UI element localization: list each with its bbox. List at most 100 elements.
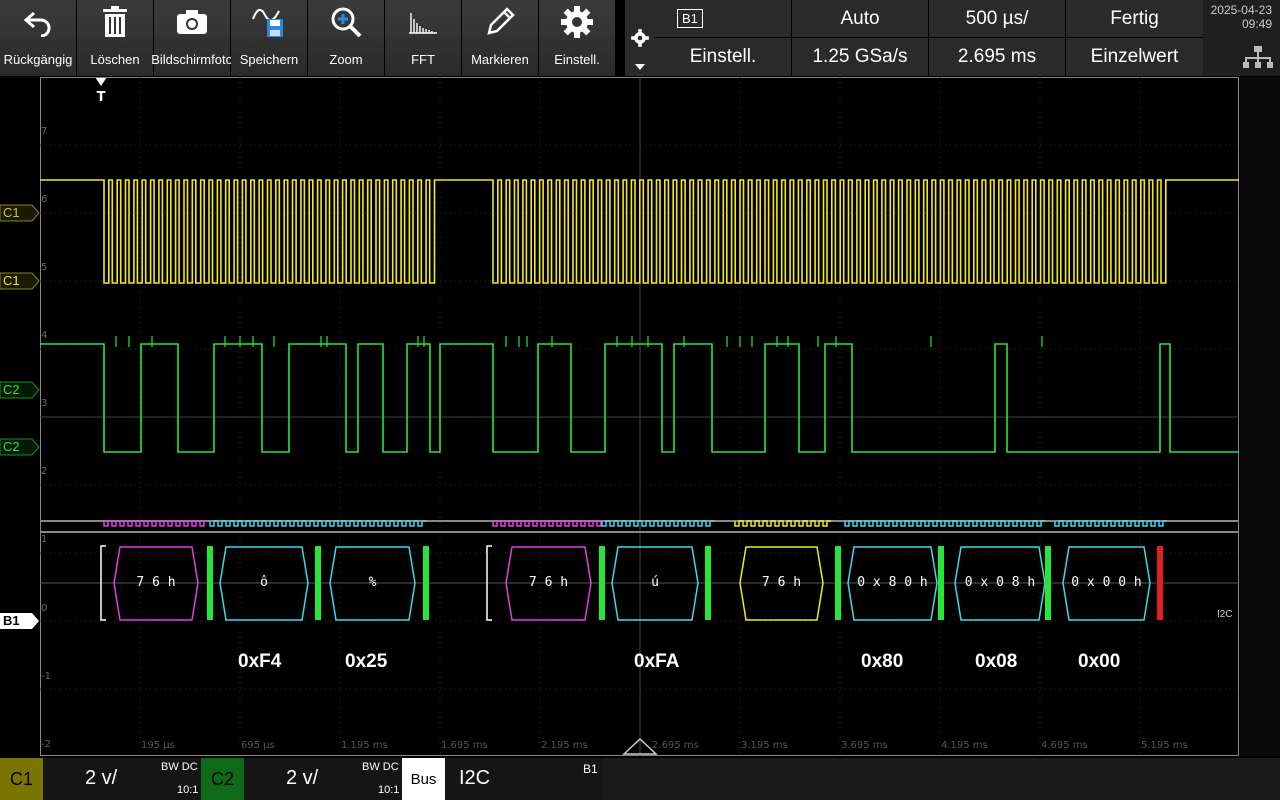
x-tick: 2.195 ms [541,740,588,751]
y-tick-6: 6 [41,194,48,205]
delete-button[interactable]: Löschen [77,0,154,76]
c1-settings[interactable]: 2 v/ BW DC 10:1 [43,758,201,800]
y-tick-3: 3 [41,398,48,409]
bus-frame-value: 7 6 h [528,575,569,590]
undo-button[interactable]: Rückgängig [0,0,77,76]
bus-selector-cell[interactable]: B1 [655,0,791,37]
trigger-mode-button[interactable]: Auto [792,0,928,37]
save-label: Speichern [239,52,299,67]
c2-scale: 2 v/ [286,767,319,789]
toolbar: Rückgängig Löschen Bildschirmfoto Speich… [0,0,625,76]
quick-settings-column[interactable] [625,0,655,76]
y-tick-7: 7 [41,126,48,137]
trigger-position-button[interactable]: 2.695 ms [929,38,1065,76]
bus-frame-value: 0 x 0 0 h [1071,575,1142,590]
settings-label: Einstell. [554,52,600,67]
fft-button[interactable]: FFT [385,0,462,76]
pencil-icon [487,7,515,35]
c2-trigger-level-marker[interactable]: C2 [0,381,40,402]
c2-probe: 10:1 [378,784,400,796]
bus-frame-value: 7 6 h [761,575,802,590]
delete-label: Löschen [90,52,140,67]
screenshot-label: Bildschirmfoto [151,52,233,67]
c2-channel-tab[interactable]: C2 [201,758,244,800]
x-tick: 1.695 ms [441,740,488,751]
bus-id: B1 [583,762,598,776]
decode-label: 0x00 [1078,651,1121,672]
c2-settings[interactable]: 2 v/ BW DC 10:1 [244,758,402,800]
save-button[interactable]: Speichern [231,0,308,76]
decode-label: 0x25 [345,651,388,672]
acquisition-panel: B1 Einstell. Auto 1.25 GSa/s 500 µs/ 2.6… [655,0,1203,76]
sample-rate-button[interactable]: 1.25 GSa/s [792,38,928,76]
time-scale-button[interactable]: 500 µs/ [929,0,1065,37]
x-tick: 5.195 ms [1141,740,1188,751]
y-tick-5: 5 [41,262,48,273]
decode-label: 0x08 [975,651,1018,672]
c2-offset-marker[interactable]: C2 [0,438,40,459]
small-gear-icon [631,29,649,47]
bus-setup-button[interactable]: Einstell. [655,38,791,76]
undo-label: Rückgängig [3,52,73,67]
bus-settings[interactable]: I2C B1 [445,758,603,800]
bus-tab[interactable]: Bus [402,758,445,800]
bus-frame-value: 7 6 h [136,575,176,590]
mark-button[interactable]: Markieren [462,0,539,76]
c1-bandwidth: BW DC [161,761,198,773]
c1-channel-tab[interactable]: C1 [0,758,43,800]
bus-frame-value: ô [260,575,268,590]
bus-frame-value: 0 x 8 0 h [857,575,928,590]
y-tick-4: 4 [41,330,48,341]
c2-trigger-label: C2 [3,382,20,397]
settings-button[interactable]: Einstell. [539,0,616,76]
c2-bandwidth: BW DC [362,761,399,773]
y-tick-m1: -1 [41,671,51,682]
clock-panel: 2025-04-23 09:49 [1203,0,1280,76]
y-tick-m2: -2 [41,739,51,750]
empty-slot[interactable] [603,758,1280,800]
clock-time: 09:49 [1241,17,1272,31]
x-tick: 4.195 ms [941,740,988,751]
channel-bar: C1 2 v/ BW DC 10:1 C2 2 v/ BW DC 10:1 Bu… [0,758,1280,800]
y-tick-0: 0 [41,603,48,614]
c1-scale: 2 v/ [85,767,118,789]
x-tick: 2.695 ms [652,740,699,751]
b1-offset-label: B1 [3,613,20,628]
decode-label: 0xF4 [238,651,282,672]
save-waveform-icon [252,8,283,37]
c1-trigger-level-marker[interactable]: C1 [0,204,40,225]
b1-offset-marker[interactable]: B1 [0,612,40,633]
clock-date: 2025-04-23 [1210,3,1272,17]
bus-frame-value: 0 x 0 8 h [964,575,1036,590]
decode-label: 0xFA [634,651,680,672]
y-tick-2: 2 [41,466,48,477]
y-tick-1: 1 [41,534,48,545]
camera-icon [177,10,207,34]
gear-icon [561,6,593,38]
acquisition-state-button[interactable]: Fertig [1066,0,1203,37]
x-tick: 4.695 ms [1041,740,1088,751]
fft-label: FFT [411,52,435,67]
x-tick: 3.195 ms [741,740,788,751]
x-tick: 1.195 ms [341,740,388,751]
c1-offset-label: C1 [3,273,20,288]
c2-offset-label: C2 [3,439,20,454]
bus-badge: B1 [677,9,703,28]
zoom-label: Zoom [329,52,363,67]
c1-offset-marker[interactable]: C1 [0,272,40,293]
c1-probe: 10:1 [177,784,199,796]
x-tick: 195 µs [141,740,175,751]
network-icon [1243,46,1273,68]
zoom-button[interactable]: Zoom [308,0,385,76]
fft-icon [409,13,437,34]
chevron-down-icon [635,64,645,70]
x-tick: 695 µs [241,740,275,751]
screenshot-button[interactable]: Bildschirmfoto [151,0,233,76]
decode-label: 0x80 [861,651,904,672]
c1-trigger-label: C1 [3,205,20,220]
mark-label: Markieren [471,52,529,67]
bus-frame-value: ú [651,575,659,590]
acquisition-mode-button[interactable]: Einzelwert [1066,38,1203,76]
bus-frame-value: % [368,575,377,590]
right-ruler [1240,77,1280,756]
